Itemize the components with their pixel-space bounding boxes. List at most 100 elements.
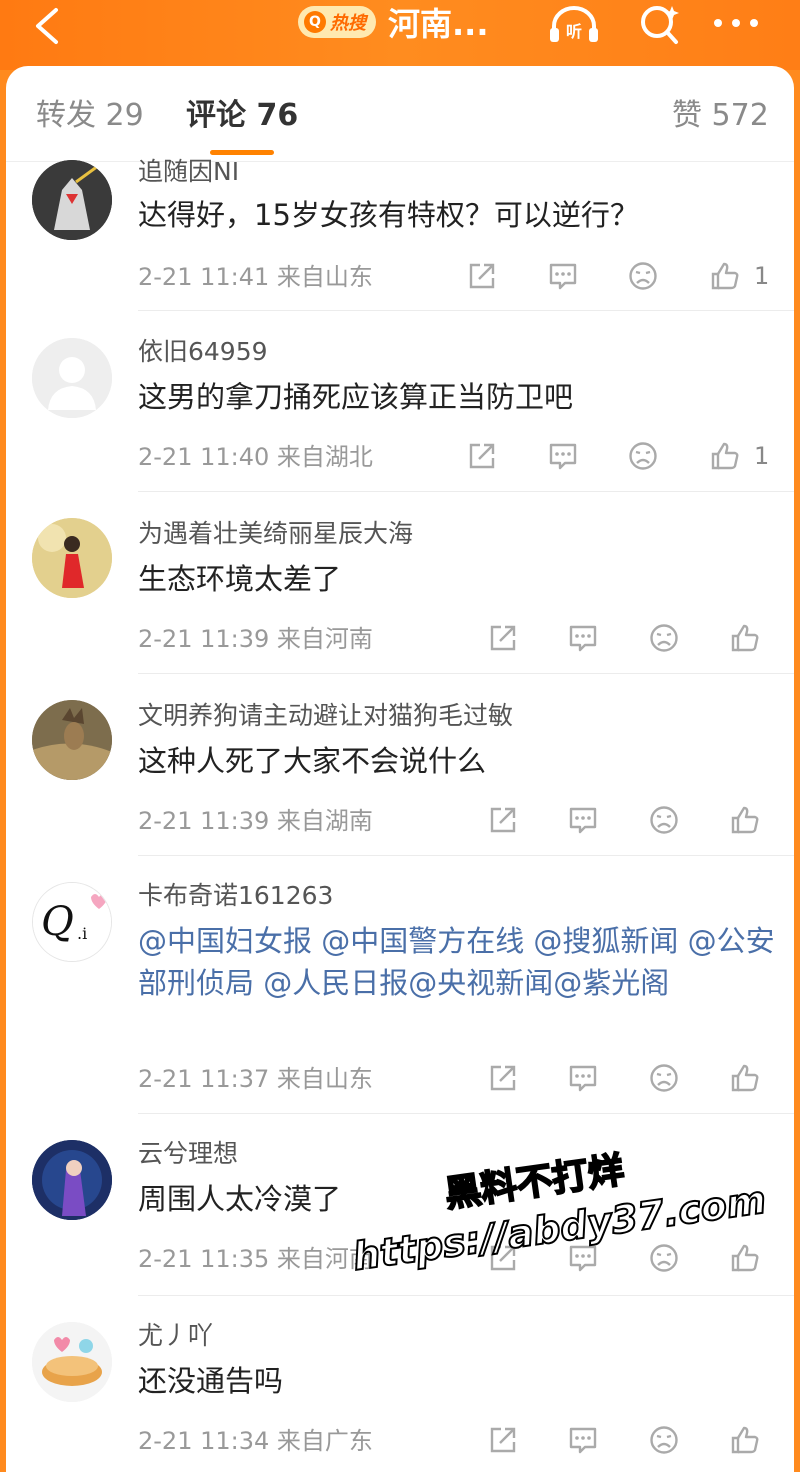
like-button[interactable] (729, 1062, 761, 1094)
comments-sheet: 转发 29 评论 76 赞 572 追随因NI 达得好，15岁女孩有特权？可以逆… (6, 66, 794, 1472)
back-button[interactable] (28, 4, 68, 48)
like-count: 1 (754, 442, 770, 470)
share-icon (469, 263, 495, 289)
hot-search-icon: Q (304, 11, 326, 33)
tab-like[interactable]: 赞 572 (672, 94, 769, 138)
comment-time: 2-21 11:39 (138, 807, 270, 835)
sad-face-icon (650, 1064, 678, 1092)
share-button[interactable] (487, 622, 519, 654)
comment-location: 来自广东 (276, 1427, 373, 1455)
dislike-button[interactable] (648, 622, 680, 654)
comment-username[interactable]: 为遇着壮美绮丽星辰大海 (138, 518, 413, 550)
divider (138, 1295, 794, 1296)
comment-time: 2-21 11:41 (138, 263, 270, 291)
reply-button[interactable] (567, 804, 599, 836)
comment-username[interactable]: 云兮理想 (138, 1138, 238, 1170)
hot-search-badge[interactable]: Q 热搜 (298, 6, 376, 38)
dislike-button[interactable] (648, 804, 680, 836)
share-icon (490, 1065, 516, 1091)
comment-text-mentions[interactable]: @中国妇女报 @中国警方在线 @搜狐新闻 @公安部刑侦局 @人民日报@央视新闻@… (138, 920, 778, 1004)
tab-repost[interactable]: 转发 29 (36, 94, 144, 138)
comment-username[interactable]: 追随因NI (138, 156, 239, 188)
comment-meta: 2-21 11:39 来自湖南 (138, 806, 373, 836)
tab-comment[interactable]: 评论 76 (186, 94, 298, 138)
share-button[interactable] (466, 440, 498, 472)
thumbs-up-icon (731, 1064, 759, 1092)
comment-time: 2-21 11:39 (138, 625, 270, 653)
thumbs-up-icon (711, 262, 739, 290)
comment-location: 来自河南 (276, 625, 373, 653)
divider (138, 673, 794, 674)
avatar[interactable] (32, 1322, 112, 1402)
like-button[interactable] (729, 1424, 761, 1456)
comment-time: 2-21 11:34 (138, 1427, 270, 1455)
avatar[interactable] (32, 700, 112, 780)
listen-button[interactable]: 听 (546, 2, 602, 46)
share-button[interactable] (487, 1062, 519, 1094)
reply-button[interactable] (567, 1424, 599, 1456)
divider (138, 491, 794, 492)
comment-username[interactable]: 尤丿吖 (138, 1320, 213, 1352)
svg-text:Q: Q (41, 899, 74, 945)
share-icon (490, 807, 516, 833)
comment-bubble-icon (569, 1065, 597, 1092)
svg-text:.i: .i (77, 924, 87, 943)
topic-title[interactable]: 河南... (388, 2, 488, 46)
reply-button[interactable] (567, 1062, 599, 1094)
share-button[interactable] (487, 804, 519, 836)
comment-time: 2-21 11:35 (138, 1245, 270, 1273)
avatar[interactable]: Q .i (32, 882, 112, 962)
avatar[interactable] (32, 338, 112, 418)
headphones-icon: 听 (550, 6, 598, 42)
like-button[interactable] (729, 1242, 761, 1274)
comment-time: 2-21 11:40 (138, 443, 270, 471)
search-icon (641, 6, 679, 44)
like-button[interactable] (709, 440, 741, 472)
share-button[interactable] (487, 1242, 519, 1274)
avatar[interactable] (32, 518, 112, 598)
comment-meta: 2-21 11:35 来自河南 (138, 1244, 373, 1274)
dislike-button[interactable] (648, 1424, 680, 1456)
comment-username[interactable]: 依旧64959 (138, 336, 268, 368)
hot-search-label: 热搜 (330, 13, 366, 34)
comment-location: 来自山东 (276, 1065, 373, 1093)
like-button[interactable] (709, 260, 741, 292)
comment-bubble-icon (549, 263, 577, 290)
sad-face-icon (650, 806, 678, 834)
like-button[interactable] (729, 804, 761, 836)
comment-bubble-icon (569, 1427, 597, 1454)
comment-text: 这种人死了大家不会说什么 (138, 744, 487, 778)
avatar[interactable] (32, 1140, 112, 1220)
comment-username[interactable]: 卡布奇诺161263 (138, 880, 333, 912)
dislike-button[interactable] (627, 260, 659, 292)
comment-text: 这男的拿刀捅死应该算正当防卫吧 (138, 380, 574, 414)
comment-meta: 2-21 11:40 来自湖北 (138, 442, 373, 472)
reply-button[interactable] (567, 622, 599, 654)
avatar[interactable] (32, 160, 112, 240)
dislike-button[interactable] (627, 440, 659, 472)
sad-face-icon (650, 1426, 678, 1454)
comment-bubble-icon (549, 443, 577, 470)
reply-button[interactable] (567, 1242, 599, 1274)
comment-text: 周围人太冷漠了 (138, 1182, 342, 1216)
top-bar: Q 热搜 河南... 听 (0, 0, 800, 70)
thumbs-up-icon (731, 1244, 759, 1272)
reply-button[interactable] (547, 440, 579, 472)
share-button[interactable] (466, 260, 498, 292)
more-button[interactable] (710, 8, 762, 38)
reply-button[interactable] (547, 260, 579, 292)
divider (138, 1113, 794, 1114)
like-count: 1 (754, 262, 770, 290)
dislike-button[interactable] (648, 1242, 680, 1274)
comment-text: 达得好，15岁女孩有特权？可以逆行？ (138, 198, 639, 232)
comment-location: 来自山东 (276, 263, 373, 291)
share-icon (490, 1427, 516, 1453)
dislike-button[interactable] (648, 1062, 680, 1094)
thumbs-up-icon (731, 806, 759, 834)
listen-label: 听 (566, 22, 582, 41)
like-button[interactable] (729, 622, 761, 654)
share-button[interactable] (487, 1424, 519, 1456)
comment-text: 生态环境太差了 (138, 562, 342, 596)
comment-username[interactable]: 文明养狗请主动避让对猫狗毛过敏 (138, 700, 513, 732)
search-button[interactable] (636, 2, 684, 46)
